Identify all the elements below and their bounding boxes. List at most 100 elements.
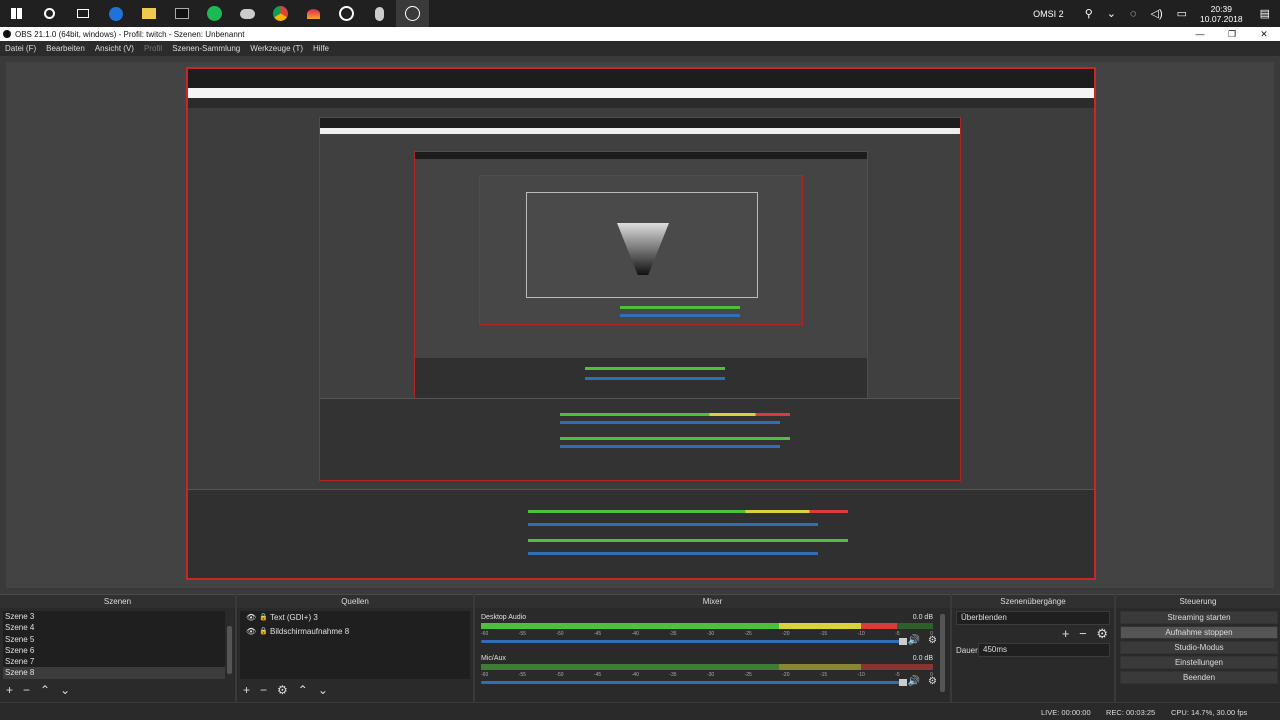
windows-start-icon[interactable] <box>0 0 33 27</box>
settings-button[interactable]: Einstellungen <box>1120 656 1278 669</box>
volume-slider[interactable] <box>481 638 907 645</box>
tick-label: -30 <box>706 672 715 678</box>
tick-label: -60 <box>481 672 489 678</box>
menu-tools[interactable]: Werkzeuge (T) <box>250 44 303 53</box>
meter-ticks: -60 -55 -50 -45 -40 -35 -30 -25 -20 -15 … <box>481 672 933 679</box>
tick-label: -55 <box>518 631 526 637</box>
chevron-up-icon[interactable]: ⌄ <box>1107 7 1116 20</box>
lock-icon[interactable]: 🔒 <box>259 625 268 639</box>
nested-docks-image <box>320 398 960 480</box>
sources-dock-title[interactable]: Quellen <box>237 594 473 608</box>
cloud-app-icon[interactable] <box>231 0 264 27</box>
tick-label: -10 <box>857 631 865 637</box>
mouse-icon[interactable] <box>363 0 396 27</box>
remove-scene-icon[interactable]: − <box>23 683 30 697</box>
start-streaming-button[interactable]: Streaming starten <box>1120 611 1278 624</box>
menu-scene-collection[interactable]: Szenen-Sammlung <box>172 44 240 53</box>
tray-app-label[interactable]: OMSI 2 <box>1033 9 1064 19</box>
nested-window-title-image <box>188 88 1094 98</box>
controls-dock-title[interactable]: Steuerung <box>1116 594 1280 608</box>
speaker-mute-icon[interactable]: 🔊 <box>908 635 920 646</box>
tick-label: -25 <box>744 672 752 678</box>
source-label: Text (GDI+) 3 <box>270 613 318 622</box>
menu-edit[interactable]: Bearbeiten <box>46 44 85 53</box>
scene-item[interactable]: Szene 7 <box>3 656 225 667</box>
source-settings-gear-icon[interactable]: ⚙ <box>277 683 288 697</box>
duration-spinbox[interactable]: 450ms <box>978 643 1110 657</box>
speaker-mute-icon[interactable]: 🔊 <box>908 676 920 687</box>
edge-browser-icon[interactable] <box>99 0 132 27</box>
task-view-icon[interactable] <box>66 0 99 27</box>
scenes-list[interactable]: Szene 3 Szene 4 Szene 5 Szene 6 Szene 7 … <box>3 611 225 679</box>
mixer-scrollbar[interactable] <box>940 614 945 692</box>
tick-label: -20 <box>782 672 790 678</box>
terminal-icon[interactable] <box>165 0 198 27</box>
remove-transition-icon[interactable]: − <box>1079 626 1087 641</box>
mixer-settings-gear-icon[interactable]: ⚙ <box>928 676 937 687</box>
close-icon[interactable]: ✕ <box>1248 27 1280 41</box>
visibility-eye-icon[interactable]: 👁 <box>246 611 257 625</box>
obs-record-icon[interactable] <box>396 0 429 27</box>
clock[interactable]: 20:39 10.07.2018 <box>1200 4 1243 24</box>
transition-settings-gear-icon[interactable]: ⚙ <box>1096 626 1108 641</box>
move-source-up-icon[interactable]: ⌃ <box>298 683 308 697</box>
cortana-circle-icon[interactable] <box>33 0 66 27</box>
tick-label: -40 <box>631 631 639 637</box>
transitions-dock-title[interactable]: Szenenübergänge <box>952 594 1114 608</box>
add-source-icon[interactable]: + <box>243 683 250 697</box>
transition-select[interactable]: Überblenden <box>956 611 1110 625</box>
scene-item[interactable]: Szene 4 <box>3 622 225 633</box>
menu-view[interactable]: Ansicht (V) <box>95 44 134 53</box>
maximize-icon[interactable]: ❐ <box>1216 27 1248 41</box>
stop-recording-button[interactable]: Aufnahme stoppen <box>1120 626 1278 639</box>
visibility-eye-icon[interactable]: 👁 <box>246 625 257 639</box>
scene-item[interactable]: Szene 6 <box>3 645 225 656</box>
game-app-icon[interactable] <box>297 0 330 27</box>
tick-label: -5 <box>895 672 900 678</box>
menu-profile[interactable]: Profil <box>144 44 162 53</box>
notification-icon[interactable]: ▤ <box>1260 7 1270 20</box>
volume-slider[interactable] <box>481 679 907 686</box>
chrome-icon[interactable] <box>264 0 297 27</box>
scenes-scrollbar[interactable] <box>227 626 232 674</box>
move-source-down-icon[interactable]: ⌄ <box>318 683 328 697</box>
duration-label: Dauer <box>956 646 978 655</box>
volume-icon[interactable]: ◁) <box>1151 7 1163 20</box>
studio-mode-button[interactable]: Studio-Modus <box>1120 641 1278 654</box>
move-scene-up-icon[interactable]: ⌃ <box>40 683 50 697</box>
preview-canvas[interactable] <box>186 67 1096 580</box>
source-item[interactable]: 👁 🔒 Text (GDI+) 3 <box>240 611 470 625</box>
source-item[interactable]: 👁 🔒 Bildschirmaufnahme 8 <box>240 625 470 639</box>
add-scene-icon[interactable]: + <box>6 683 13 697</box>
obs-icon[interactable] <box>330 0 363 27</box>
meter-ticks: -60 -55 -50 -45 -40 -35 -30 -25 -20 -15 … <box>481 631 933 638</box>
menu-file[interactable]: Datei (F) <box>5 44 36 53</box>
nested-preview-level-3 <box>479 175 803 325</box>
file-explorer-icon[interactable] <box>132 0 165 27</box>
mixer-dock-title[interactable]: Mixer <box>475 594 950 608</box>
sources-list[interactable]: 👁 🔒 Text (GDI+) 3 👁 🔒 Bildschirmaufnahme… <box>240 611 470 679</box>
status-live: LIVE: 00:00:00 <box>1041 708 1091 717</box>
tick-label: -50 <box>556 631 564 637</box>
keyboard-icon[interactable]: ▭ <box>1177 7 1187 20</box>
network-person-icon[interactable]: ⚲ <box>1085 7 1093 20</box>
scene-item[interactable]: Szene 3 <box>3 611 225 622</box>
lock-icon[interactable]: 🔒 <box>259 611 268 625</box>
menu-help[interactable]: Hilfe <box>313 44 329 53</box>
nested-menu-image <box>188 98 1094 108</box>
wifi-icon[interactable]: ◌ <box>1130 8 1137 20</box>
mixer-settings-gear-icon[interactable]: ⚙ <box>928 635 937 646</box>
remove-source-icon[interactable]: − <box>260 683 267 697</box>
exit-button[interactable]: Beenden <box>1120 671 1278 684</box>
scenes-dock-title[interactable]: Szenen <box>0 594 235 608</box>
move-scene-down-icon[interactable]: ⌄ <box>60 683 70 697</box>
minimize-icon[interactable]: — <box>1184 27 1216 41</box>
add-transition-icon[interactable]: + <box>1062 626 1070 641</box>
tick-label: -35 <box>669 672 677 678</box>
mixer-channel-mic-aux: Mic/Aux 0.0 dB -60 -55 -50 -45 -40 -35 -… <box>481 655 937 691</box>
sources-toolbar: + − ⚙ ⌃ ⌄ <box>237 678 332 702</box>
spotify-icon[interactable] <box>198 0 231 27</box>
tick-label: -45 <box>593 672 602 678</box>
scene-item[interactable]: Szene 5 <box>3 634 225 645</box>
dock-headers: Szenen Quellen Mixer Szenenübergänge Ste… <box>0 594 1280 608</box>
